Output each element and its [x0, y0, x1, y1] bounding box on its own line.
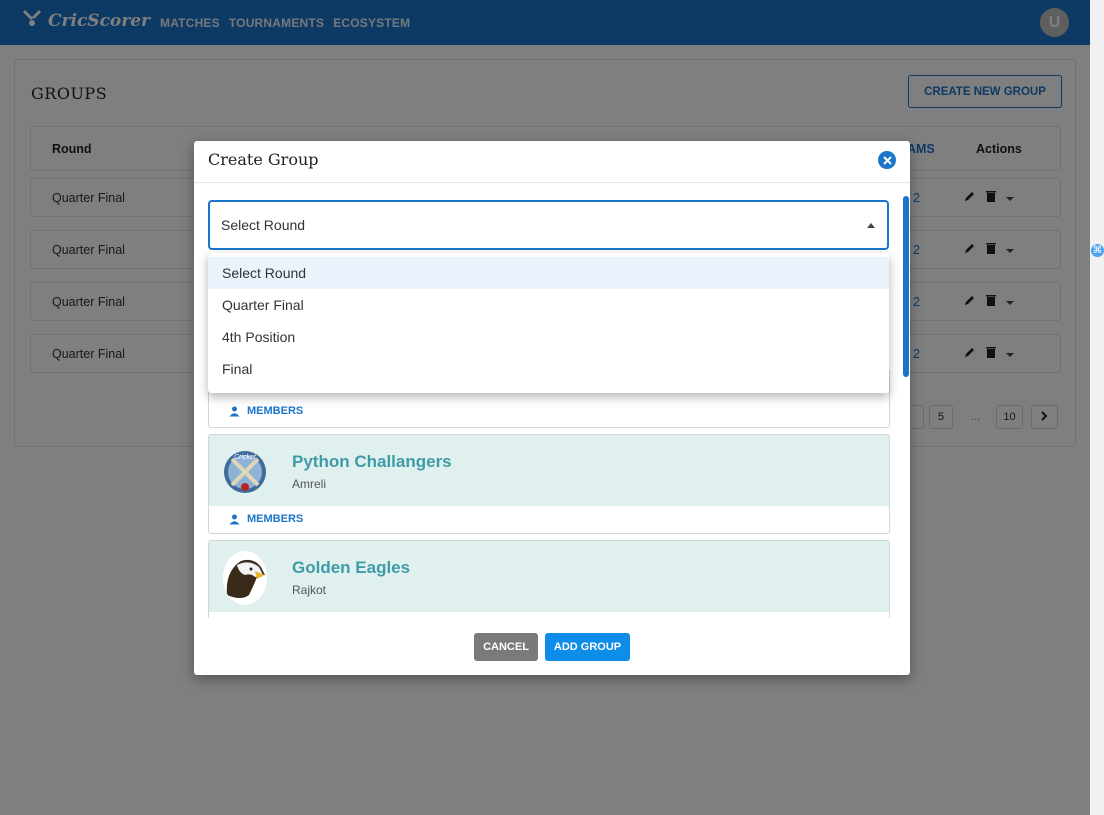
person-icon [229, 406, 240, 416]
members-label: MEMBERS [247, 513, 304, 525]
page-scrollbar[interactable] [1090, 0, 1104, 815]
team-city: Rajkot [292, 583, 327, 597]
create-group-dialog: Create Group Select Round MEMBERS Cricke… [194, 141, 910, 675]
round-select-value: Select Round [221, 217, 306, 233]
dialog-title: Create Group [208, 150, 319, 169]
cancel-button[interactable]: CANCEL [474, 633, 538, 661]
dialog-footer: CANCEL ADD GROUP [194, 619, 910, 675]
team-card[interactable]: Cricket Python Challangers Amreli MEMBER… [208, 434, 890, 534]
round-option[interactable]: Final [208, 353, 889, 385]
round-option[interactable]: Select Round [208, 257, 889, 289]
team-card[interactable]: Golden Eagles Rajkot [208, 540, 890, 618]
dialog-body: Select Round MEMBERS Cricket Python Chal… [194, 184, 910, 618]
cricket-logo-icon: Cricket [223, 445, 267, 499]
close-icon[interactable] [878, 151, 896, 169]
eagle-logo-icon [223, 551, 267, 605]
round-option[interactable]: Quarter Final [208, 289, 889, 321]
team-name: Golden Eagles [292, 558, 411, 577]
members-link[interactable]: MEMBERS [229, 405, 303, 417]
dialog-scrollbar[interactable] [903, 196, 909, 377]
round-select[interactable]: Select Round [208, 200, 889, 250]
chevron-up-icon [867, 223, 875, 228]
team-card-header: Golden Eagles Rajkot [209, 541, 889, 612]
dialog-header: Create Group [194, 141, 910, 183]
team-card-header: Cricket Python Challangers Amreli [209, 435, 889, 506]
members-label: MEMBERS [247, 405, 304, 417]
person-icon [229, 514, 240, 524]
team-name: Python Challangers [292, 452, 452, 471]
round-options-menu: Select Round Quarter Final 4th Position … [208, 253, 889, 393]
members-link[interactable]: MEMBERS [229, 513, 303, 525]
round-option[interactable]: 4th Position [208, 321, 889, 353]
svg-text:Cricket: Cricket [234, 454, 257, 461]
team-city: Amreli [292, 477, 327, 491]
add-group-button[interactable]: ADD GROUP [545, 633, 630, 661]
floating-widget-icon[interactable]: ⌘ [1091, 244, 1104, 257]
